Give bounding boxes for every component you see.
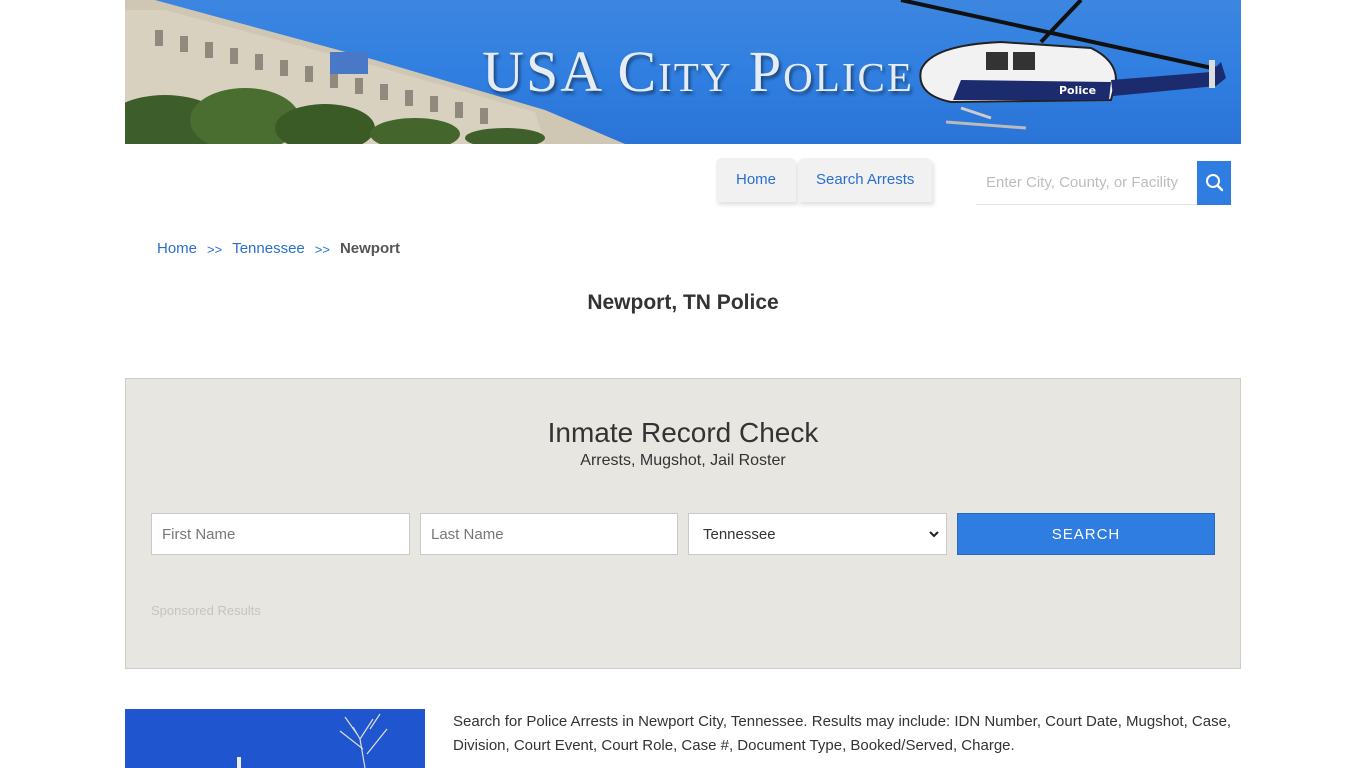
site-banner[interactable]: USA City Police Police: [125, 0, 1241, 144]
last-name-input[interactable]: [420, 513, 678, 555]
page-title: Newport, TN Police: [587, 291, 779, 314]
search-button[interactable]: SEARCH: [957, 513, 1215, 555]
inmate-record-check-panel: Inmate Record Check Arrests, Mugshot, Ja…: [125, 378, 1241, 669]
breadcrumb-home[interactable]: Home: [157, 240, 197, 259]
state-select[interactable]: Tennessee: [688, 513, 947, 555]
main-nav: Home Search Arrests: [716, 158, 934, 202]
city-description: Search for Police Arrests in Newport Cit…: [453, 713, 1232, 754]
breadcrumb-current: Newport: [339, 240, 400, 257]
sponsored-results-label: Sponsored Results: [151, 603, 261, 618]
panel-title: Inmate Record Check: [547, 417, 819, 448]
first-name-input[interactable]: [151, 513, 410, 555]
state-select-value: Tennessee: [703, 525, 776, 543]
breadcrumb-separator: >>: [314, 242, 330, 257]
helicopter-image: Police: [900, 0, 1226, 130]
chevron-down-icon: [929, 531, 939, 538]
heli-text: Police: [1059, 84, 1096, 97]
panel-subtitle: Arrests, Mugshot, Jail Roster: [580, 452, 786, 469]
site-search: [976, 161, 1231, 205]
city-photo: [125, 709, 425, 768]
breadcrumb-state[interactable]: Tennessee: [232, 240, 305, 259]
search-icon: [1206, 174, 1224, 192]
site-search-input[interactable]: [976, 161, 1197, 205]
breadcrumb-separator: >>: [207, 242, 223, 257]
nav-search-arrests[interactable]: Search Arrests: [798, 158, 933, 202]
site-search-button[interactable]: [1197, 161, 1231, 205]
nav-home[interactable]: Home: [716, 158, 797, 202]
breadcrumb: Home >> Tennessee >> Newport: [157, 240, 400, 259]
